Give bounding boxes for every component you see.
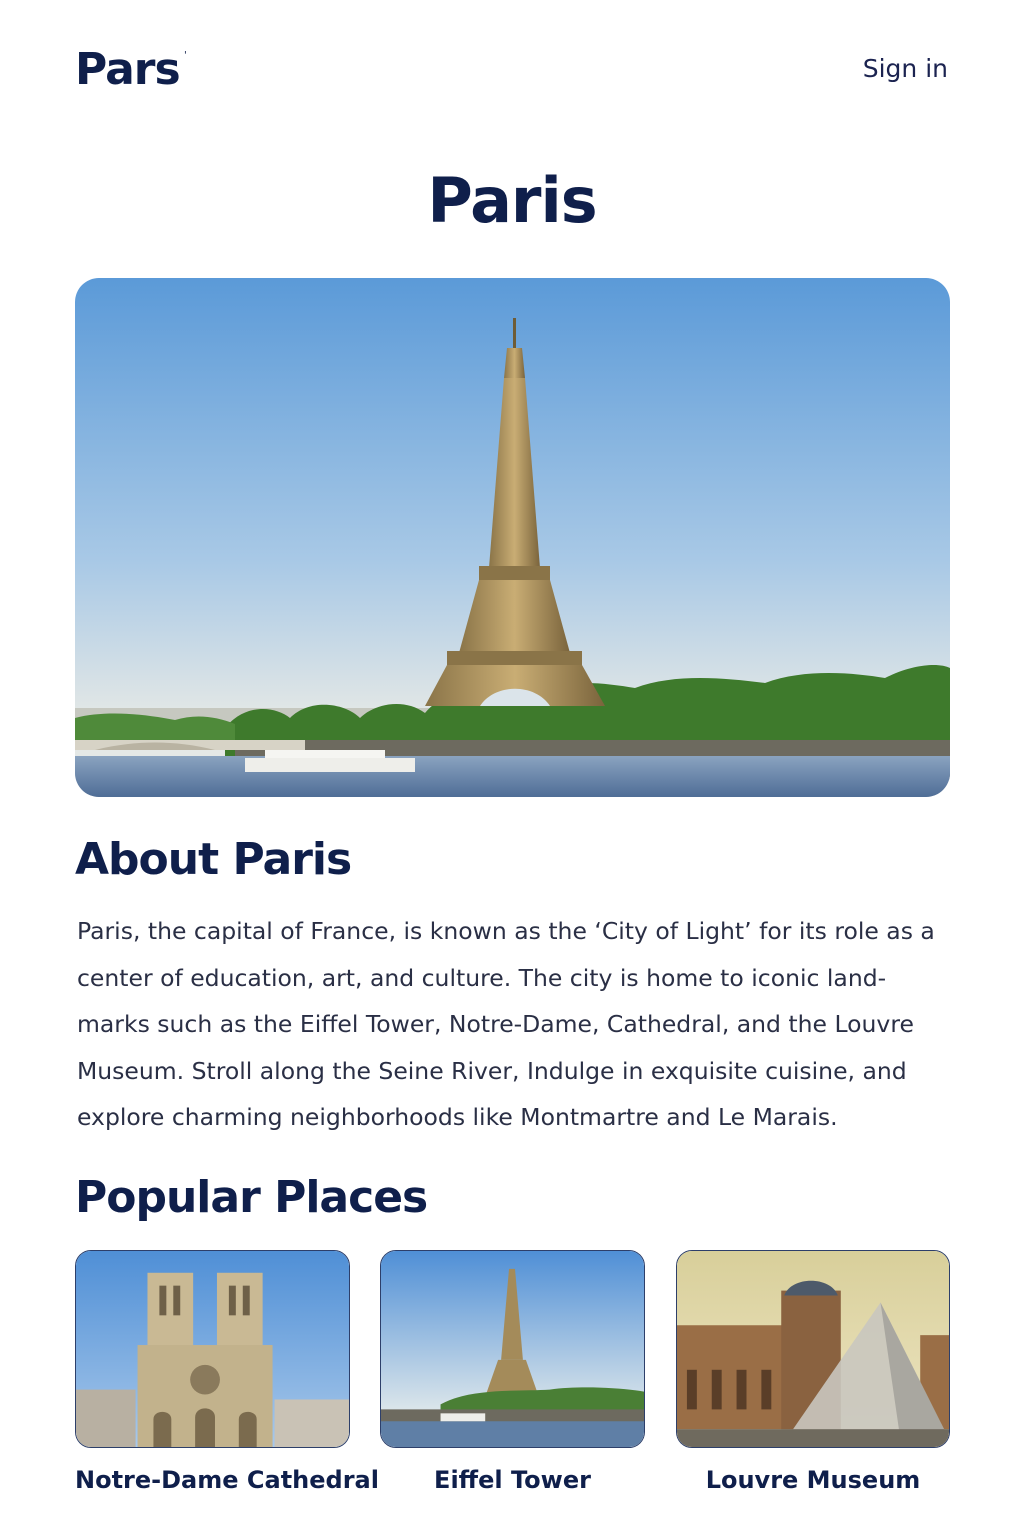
place-card-notre-dame[interactable]: Notre-Dame Cathedral: [75, 1250, 379, 1515]
site-logo[interactable]: Pars: [75, 44, 181, 95]
about-heading: About Paris: [75, 834, 352, 885]
eiffel-tower-photo: [75, 278, 950, 797]
about-text: Paris, the capital of France, is known a…: [77, 917, 935, 1131]
popular-places-heading: Popular Places: [75, 1172, 428, 1223]
page-title: Paris: [427, 164, 597, 237]
logo-mark: ': [184, 50, 187, 61]
place-label[interactable]: Eiffel Tower: [380, 1466, 645, 1494]
place-card-eiffel-tower[interactable]: Eiffel Tower: [380, 1250, 645, 1515]
site-header: Pars ' Sign in: [75, 44, 948, 104]
louvre-photo[interactable]: [676, 1250, 950, 1448]
place-label[interactable]: Notre-Dame Cathedral: [75, 1466, 379, 1494]
sign-in-link[interactable]: Sign in: [863, 54, 948, 83]
hero-image: [75, 278, 950, 797]
place-label[interactable]: Louvre Museum: [676, 1466, 950, 1494]
eiffel-tower-thumb[interactable]: [380, 1250, 645, 1448]
notre-dame-photo[interactable]: [75, 1250, 350, 1448]
place-card-louvre[interactable]: Louvre Museum: [676, 1250, 950, 1515]
